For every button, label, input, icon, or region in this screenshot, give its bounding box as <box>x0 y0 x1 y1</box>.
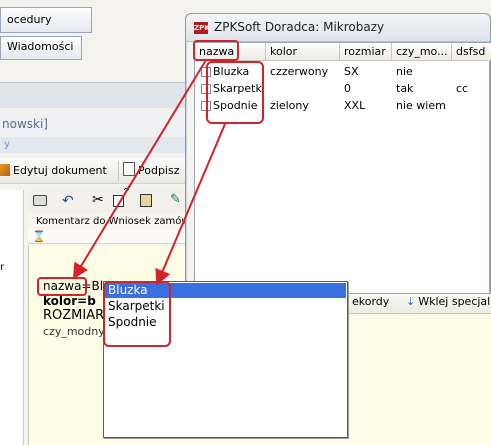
arrow-names-to-dropdown <box>155 123 226 286</box>
arrow-header-to-editor <box>72 59 207 280</box>
annotation-arrows <box>72 59 226 286</box>
